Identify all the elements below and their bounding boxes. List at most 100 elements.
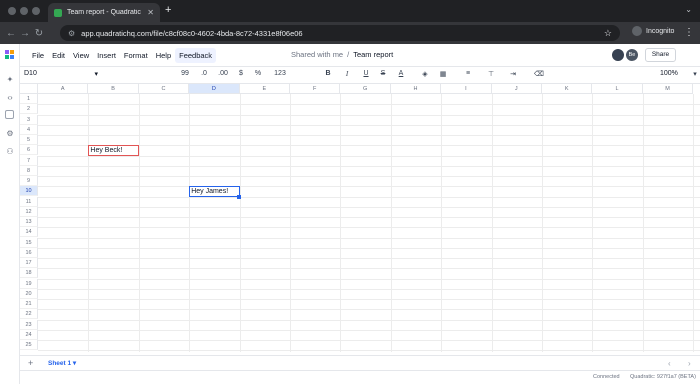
fill-handle[interactable]	[237, 194, 242, 199]
row-header-10[interactable]: 10	[20, 186, 38, 197]
menu-view[interactable]: View	[69, 48, 93, 63]
menu-file[interactable]: File	[28, 48, 48, 63]
column-header-g[interactable]: G	[340, 84, 391, 94]
row-header-22[interactable]: 22	[20, 309, 38, 320]
add-sheet-icon[interactable]: +	[28, 359, 33, 368]
quote-icon[interactable]: 99	[178, 70, 192, 77]
row-header-24[interactable]: 24	[20, 329, 38, 340]
cell-d10-selected[interactable]: Hey James!	[189, 186, 240, 197]
forward-icon[interactable]: →	[18, 28, 32, 39]
column-header-d[interactable]: D	[189, 84, 240, 94]
browser-menu-icon[interactable]: ⋮	[684, 27, 694, 38]
menu-edit[interactable]: Edit	[48, 48, 69, 63]
italic-button[interactable]: I	[340, 70, 354, 78]
site-info-icon[interactable]: ⚙	[68, 29, 75, 38]
menu-insert[interactable]: Insert	[93, 48, 120, 63]
quadratic-logo-icon[interactable]	[5, 50, 15, 60]
window-minimize-dot[interactable]	[20, 7, 28, 15]
column-header-j[interactable]: J	[491, 84, 542, 94]
cell-reference-input[interactable]: D10 ▾	[24, 70, 98, 82]
percent-button[interactable]: %	[251, 70, 265, 77]
text-color-button[interactable]: A	[394, 70, 408, 77]
row-header-23[interactable]: 23	[20, 319, 38, 330]
back-icon[interactable]: ←	[4, 28, 18, 39]
column-header-b[interactable]: B	[88, 84, 139, 94]
users-icon[interactable]: ⚇	[4, 146, 16, 158]
tab-sheet-1[interactable]: Sheet 1 ▾	[48, 359, 76, 367]
text-wrap-icon[interactable]: ⇥	[506, 70, 520, 78]
column-header-a[interactable]: A	[38, 84, 89, 94]
browser-tab[interactable]: Team report - Quadratic ✕	[48, 3, 160, 22]
clear-formatting-icon[interactable]: ⌫	[532, 70, 546, 78]
bookmark-star-icon[interactable]: ☆	[604, 28, 612, 39]
sheet-prev-icon[interactable]: ‹	[668, 359, 671, 368]
bold-button[interactable]: B	[321, 70, 335, 77]
row-header-15[interactable]: 15	[20, 237, 38, 248]
increase-decimals-button[interactable]: .00	[216, 70, 230, 77]
strikethrough-button[interactable]: S	[376, 70, 390, 77]
column-header-l[interactable]: L	[592, 84, 643, 94]
row-header-17[interactable]: 17	[20, 258, 38, 269]
new-tab-icon[interactable]: +	[165, 5, 171, 16]
column-header-h[interactable]: H	[390, 84, 442, 94]
menu-help[interactable]: Help	[152, 48, 175, 63]
code-icon[interactable]: ‹›	[4, 92, 16, 104]
cell-select-icon[interactable]	[5, 110, 14, 119]
row-header-21[interactable]: 21	[20, 299, 38, 310]
row-header-19[interactable]: 19	[20, 278, 38, 289]
row-header-25[interactable]: 25	[20, 340, 38, 351]
column-header-e[interactable]: E	[239, 84, 290, 94]
sheet-next-icon[interactable]: ›	[688, 359, 691, 368]
file-title[interactable]: Team report	[353, 50, 393, 59]
row-header-9[interactable]: 9	[20, 176, 38, 187]
row-header-12[interactable]: 12	[20, 206, 38, 217]
window-close-dot[interactable]	[8, 7, 16, 15]
avatar-initials[interactable]: Be	[626, 49, 638, 61]
breadcrumb-shared[interactable]: Shared with me	[291, 50, 343, 59]
avatar[interactable]	[612, 49, 624, 61]
row-header-5[interactable]: 5	[20, 135, 38, 146]
column-header-f[interactable]: F	[290, 84, 341, 94]
row-header-16[interactable]: 16	[20, 247, 38, 258]
row-header-2[interactable]: 2	[20, 104, 38, 115]
menu-format[interactable]: Format	[120, 48, 152, 63]
decrease-decimals-button[interactable]: .0	[197, 70, 211, 77]
number-format-button[interactable]: 123	[271, 70, 289, 77]
menu-feedback[interactable]: Feedback	[175, 47, 217, 63]
underline-button[interactable]: U	[359, 70, 373, 77]
row-header-1[interactable]: 1	[20, 94, 38, 105]
currency-button[interactable]: $	[234, 70, 248, 77]
row-header-8[interactable]: 8	[20, 165, 38, 176]
fill-color-icon[interactable]: ◈	[418, 70, 432, 78]
row-header-7[interactable]: 7	[20, 155, 38, 166]
row-header-18[interactable]: 18	[20, 268, 38, 279]
share-button[interactable]: Share	[645, 48, 676, 62]
close-tab-icon[interactable]: ✕	[147, 8, 154, 17]
column-header-c[interactable]: C	[138, 84, 190, 94]
spreadsheet-grid[interactable]: A B C D E F G H I J K L M 1 2 3 4 5 6 7 8 9 10 11 12 13 14 15 16 17 18…	[20, 84, 700, 352]
column-header-k[interactable]: K	[542, 84, 593, 94]
vertical-align-icon[interactable]: ⊤	[484, 70, 498, 78]
row-header-6[interactable]: 6	[20, 145, 38, 156]
align-left-icon[interactable]: ≡	[461, 70, 475, 77]
row-header-13[interactable]: 13	[20, 217, 38, 228]
window-maximize-dot[interactable]	[32, 7, 40, 15]
reload-icon[interactable]: ↻	[32, 28, 46, 39]
address-bar[interactable]: ⚙ app.quadratichq.com/file/c8cf08c0-4602…	[60, 25, 620, 41]
row-header-11[interactable]: 11	[20, 196, 38, 207]
incognito-indicator[interactable]: Incognito	[632, 26, 674, 36]
row-header-20[interactable]: 20	[20, 288, 38, 299]
column-header-m[interactable]: M	[642, 84, 694, 94]
row-header-4[interactable]: 4	[20, 124, 38, 135]
settings-gear-icon[interactable]: ⚙	[4, 128, 16, 140]
tab-search-icon[interactable]: ⌄	[685, 5, 692, 14]
row-header-14[interactable]: 14	[20, 227, 38, 238]
column-header-i[interactable]: I	[441, 84, 492, 94]
row-header-3[interactable]: 3	[20, 114, 38, 125]
zoom-chevron-down-icon[interactable]: ▾	[688, 70, 700, 78]
borders-icon[interactable]: ▦	[436, 70, 450, 78]
ai-sparkle-icon[interactable]: ✦	[4, 74, 16, 86]
zoom-level[interactable]: 100%	[660, 70, 678, 77]
select-all-corner[interactable]	[20, 84, 38, 94]
cell-b6[interactable]: Hey Beck!	[88, 145, 139, 156]
